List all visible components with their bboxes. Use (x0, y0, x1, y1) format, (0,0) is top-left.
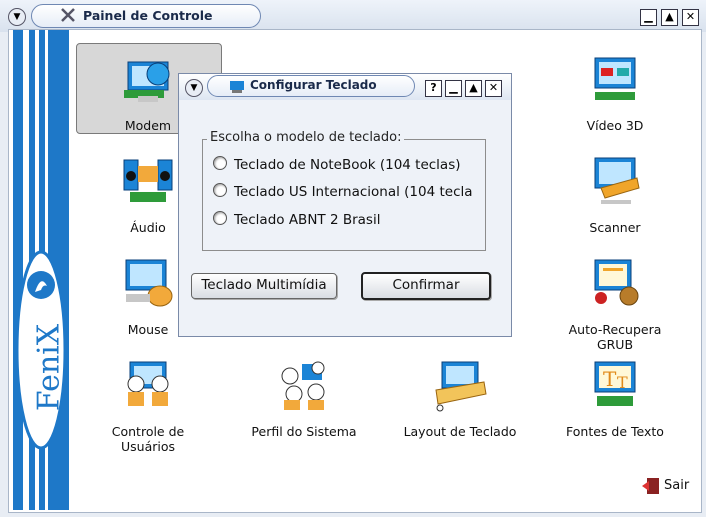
mouse-icon (125, 259, 173, 307)
dialog-title: Configurar Teclado (250, 78, 377, 92)
option-abnt2-radio[interactable] (213, 211, 227, 225)
fonts-label: Fontes de Texto (566, 424, 664, 439)
grub-icon (594, 259, 639, 306)
users-item[interactable]: Controle de Usuários (83, 354, 213, 454)
option-notebook[interactable]: Teclado de NoteBook (104 teclas) (213, 156, 461, 176)
grub-item[interactable]: Auto-Recupera GRUB (550, 252, 680, 352)
scanner-item[interactable]: Scanner (550, 150, 680, 250)
fonts-icon: T T (594, 361, 636, 406)
scanner-icon (594, 157, 640, 204)
video-3d-icon (594, 57, 636, 100)
fonts-item[interactable]: T T Fontes de Texto (550, 354, 680, 454)
confirm-button[interactable]: Confirmar (361, 272, 491, 300)
option-notebook-radio[interactable] (213, 156, 227, 170)
maximize-button[interactable]: ▲ (661, 9, 678, 26)
dialog-menu-button[interactable]: ▼ (185, 79, 203, 97)
video-3d-item[interactable]: Vídeo 3D (550, 48, 680, 148)
keyboard-model-legend: Escolha o modelo de teclado: (207, 130, 405, 145)
window-titlebar[interactable]: ▼ Painel de Controle ▁ ▲ ✕ (0, 0, 706, 32)
dialog-close-button[interactable]: ✕ (485, 80, 502, 97)
window-menu-button[interactable]: ▼ (8, 8, 26, 26)
minimize-button[interactable]: ▁ (640, 9, 657, 26)
exit-button[interactable]: Sair (664, 478, 689, 493)
sidebar-brand-text: FeniX (31, 323, 67, 412)
option-us-international[interactable]: Teclado US Internacional (104 tecla (213, 183, 473, 203)
keyboard-layout-label: Layout de Teclado (403, 424, 517, 439)
keyboard-layout-icon (435, 361, 487, 412)
window-title: Painel de Controle (83, 8, 213, 23)
configure-keyboard-dialog: ▼ Configurar Teclado ? ▁ ▲ ✕ Escolha o m… (178, 73, 512, 337)
dialog-minimize-button[interactable]: ▁ (445, 80, 462, 97)
users-label: Controle de Usuários (111, 424, 185, 454)
system-profile-label: Perfil do Sistema (251, 424, 357, 439)
keyboard-small-icon (230, 81, 244, 93)
scanner-label: Scanner (589, 220, 641, 235)
fenix-sidebar (13, 30, 69, 510)
multimedia-keyboard-button[interactable]: Teclado Multimídia (191, 273, 337, 299)
system-profile-icon (281, 361, 325, 410)
option-notebook-label: Teclado de NoteBook (104 teclas) (234, 157, 461, 173)
modem-icon (124, 61, 170, 102)
dialog-maximize-button[interactable]: ▲ (465, 80, 482, 97)
dialog-help-button[interactable]: ? (425, 80, 442, 97)
audio-icon (123, 159, 173, 202)
dialog-titlebar[interactable]: ▼ Configurar Teclado ? ▁ ▲ ✕ (179, 74, 511, 100)
option-us-international-label: Teclado US Internacional (104 tecla (234, 184, 473, 200)
system-profile-item[interactable]: Perfil do Sistema (239, 354, 369, 454)
users-icon (127, 361, 169, 406)
svg-text:T: T (603, 367, 617, 391)
option-abnt2[interactable]: Teclado ABNT 2 Brasil (213, 211, 380, 231)
exit-icon[interactable] (641, 476, 661, 496)
video-3d-label: Vídeo 3D (586, 118, 644, 133)
keyboard-layout-item[interactable]: Layout de Teclado (395, 354, 525, 454)
option-abnt2-label: Teclado ABNT 2 Brasil (234, 212, 381, 228)
x-logo-icon (61, 8, 75, 22)
close-button[interactable]: ✕ (682, 9, 699, 26)
control-panel-window: ▼ Painel de Controle ▁ ▲ ✕ FeniX Modem V… (0, 0, 706, 517)
grub-label: Auto-Recupera GRUB (568, 322, 662, 352)
option-us-international-radio[interactable] (213, 183, 227, 197)
svg-text:T: T (617, 373, 628, 392)
